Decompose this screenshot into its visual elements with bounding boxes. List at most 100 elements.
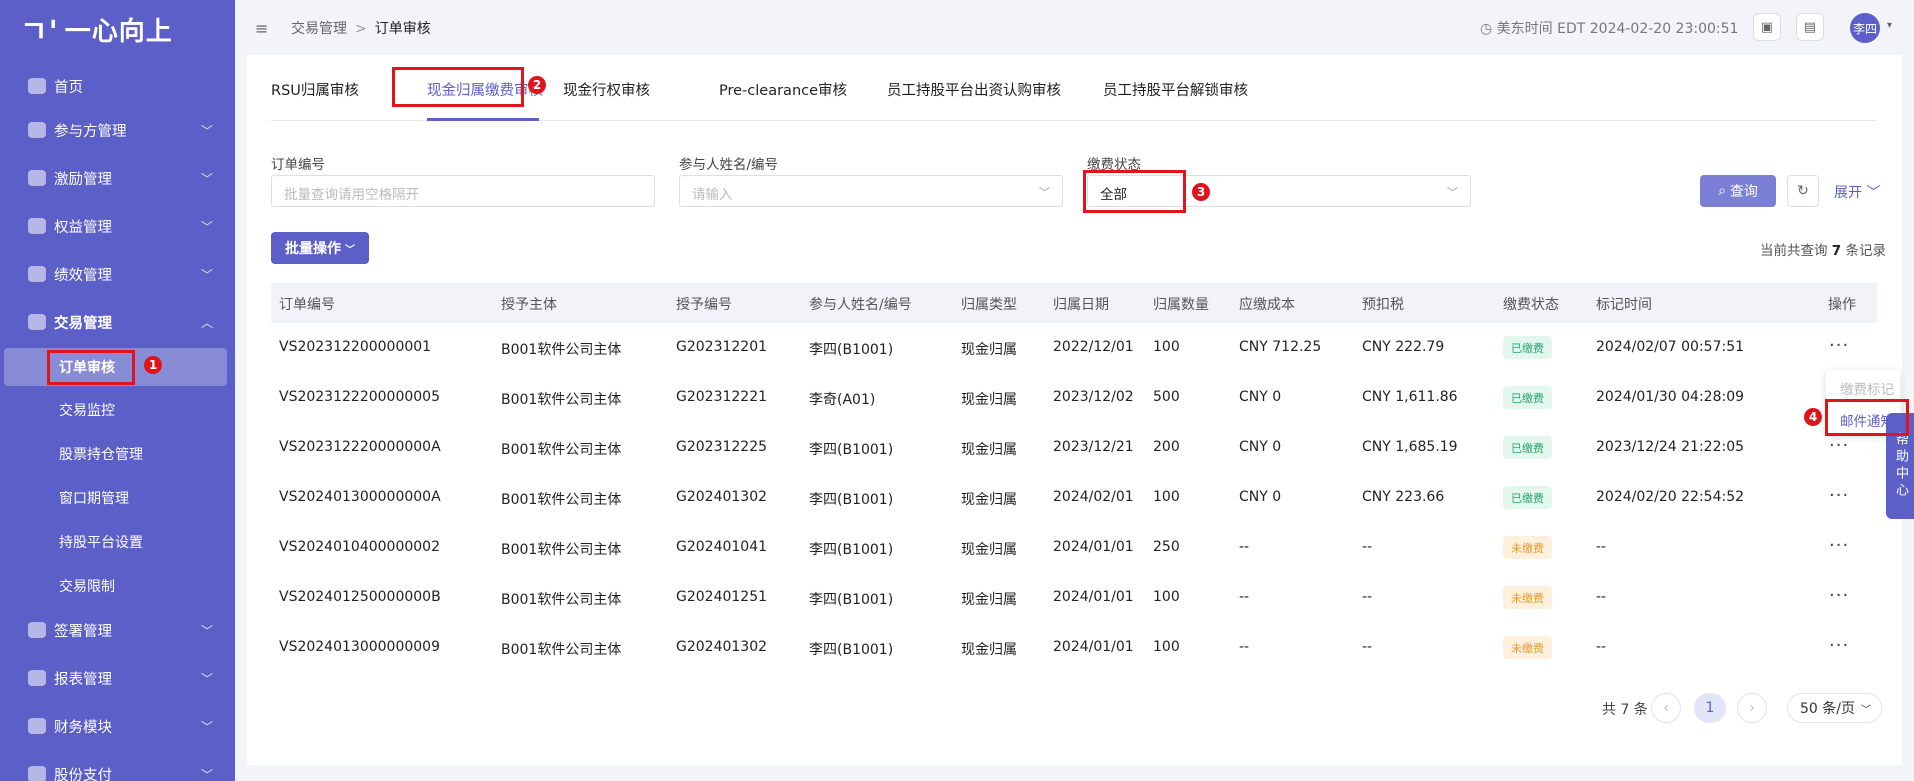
cell-participant: 李四(B1001): [809, 592, 894, 608]
sidebar-item-finance[interactable]: 财务模块 ﹀: [0, 708, 235, 744]
cell-cost-due: CNY 0: [1239, 389, 1282, 405]
status-badge: 已缴费: [1503, 336, 1552, 359]
page-1-button[interactable]: 1: [1694, 693, 1726, 723]
sidebar-item-trading[interactable]: 交易管理 ︿: [0, 304, 235, 340]
row-more-actions-icon[interactable]: ···: [1829, 435, 1849, 456]
mark-paid-menu-item[interactable]: 缴费标记: [1840, 378, 1894, 398]
sidebar-item-share-payment[interactable]: 股份支付 ﹀: [0, 756, 235, 781]
menu-collapse-icon[interactable]: ≡: [255, 19, 268, 38]
payment-status-value: 全部: [1100, 187, 1127, 203]
tab-platform-unlock-review[interactable]: 员工持股平台解锁审核: [1103, 79, 1248, 100]
sidebar-subitem-label: 窗口期管理: [59, 491, 129, 507]
sidebar-item-participants[interactable]: 参与方管理 ﹀: [0, 112, 235, 148]
row-more-actions-icon[interactable]: ···: [1829, 635, 1849, 656]
participant-select[interactable]: 请输入 ﹀: [679, 175, 1063, 207]
cell-grant-no: G202401251: [676, 589, 768, 605]
tasks-icon[interactable]: ▣: [1753, 13, 1781, 41]
chevron-down-icon: ﹀: [200, 267, 213, 282]
order-no-input[interactable]: 批量查询请用空格隔开: [271, 175, 655, 207]
tab-rsu-review[interactable]: RSU归属审核: [271, 79, 359, 100]
expand-filters-button[interactable]: 展开 ﹀: [1834, 182, 1880, 202]
sidebar-subitem-order-review[interactable]: 订单审核: [4, 348, 227, 386]
col-header: 归属数量: [1153, 297, 1209, 313]
chevron-down-icon: ﹀: [200, 123, 213, 138]
avatar[interactable]: 李四: [1850, 13, 1880, 43]
row-more-actions-icon[interactable]: ···: [1829, 535, 1849, 556]
cell-vesting-date: 2024/02/01: [1053, 489, 1134, 505]
table-row: VS202312220000000A B001软件公司主体 G202312225 李四…: [271, 423, 1877, 473]
cell-grant-no: G202401041: [676, 539, 768, 555]
help-center-label: 帮助中心: [1893, 432, 1908, 500]
cell-vesting-type: 现金归属: [961, 392, 1017, 408]
batch-operation-button[interactable]: 批量操作 ﹀: [271, 232, 369, 264]
reset-button[interactable]: ↻: [1787, 175, 1819, 207]
col-header: 标记时间: [1596, 297, 1652, 313]
tab-cash-vesting-payment-review[interactable]: 现金归属缴费审核: [427, 79, 543, 100]
sidebar-item-label: 参与方管理: [54, 123, 127, 140]
payment-status-select[interactable]: 全部 ﹀: [1087, 175, 1471, 207]
row-more-actions-icon[interactable]: ···: [1829, 335, 1849, 356]
annotation-number: 1: [144, 356, 162, 374]
sidebar-subitem-trade-monitor[interactable]: 交易监控: [0, 392, 235, 428]
sidebar-subitem-holdings[interactable]: 股票持仓管理: [0, 436, 235, 472]
cell-vesting-qty: 100: [1153, 589, 1180, 605]
chevron-down-icon: ﹀: [200, 719, 213, 734]
cell-participant: 李四(B1001): [809, 342, 894, 358]
cell-grant-entity: B001软件公司主体: [501, 592, 622, 608]
sign-icon: [28, 622, 46, 638]
page-size-select[interactable]: 50 条/页 ﹀: [1787, 693, 1882, 723]
order-no-label: 订单编号: [271, 157, 325, 173]
cell-vesting-type: 现金归属: [961, 442, 1017, 458]
shield-icon: [28, 218, 46, 234]
chevron-up-icon: ︿: [200, 315, 213, 330]
sidebar-subitem-window-period[interactable]: 窗口期管理: [0, 480, 235, 516]
annotation-number: 4: [1804, 408, 1822, 426]
cell-withholding-tax: CNY 1,685.19: [1362, 439, 1458, 455]
query-button[interactable]: ⌕ 查询: [1700, 175, 1776, 207]
sidebar-subitem-trade-limits[interactable]: 交易限制: [0, 568, 235, 604]
sidebar-item-equity[interactable]: 权益管理 ﹀: [0, 208, 235, 244]
col-header: 预扣税: [1362, 297, 1404, 313]
tab-platform-subscription-review[interactable]: 员工持股平台出资认购审核: [887, 79, 1061, 100]
cell-vesting-date: 2023/12/02: [1053, 389, 1134, 405]
tab-cash-exercise-review[interactable]: 现金行权审核: [563, 79, 650, 100]
cell-vesting-type: 现金归属: [961, 592, 1017, 608]
sidebar-item-reports[interactable]: 报表管理 ﹀: [0, 660, 235, 696]
help-center-tab[interactable]: 帮助中心: [1886, 413, 1914, 519]
row-more-actions-icon[interactable]: ···: [1829, 485, 1849, 506]
cell-participant: 李四(B1001): [809, 492, 894, 508]
chevron-down-icon[interactable]: ▾: [1887, 20, 1892, 31]
cell-grant-entity: B001软件公司主体: [501, 392, 622, 408]
cell-order-no: VS202401250000000B: [279, 589, 441, 605]
table-header: 订单编号 授予主体 授予编号 参与人姓名/编号 归属类型 归属日期 归属数量 应…: [271, 283, 1877, 323]
sidebar-item-incentive[interactable]: 激励管理 ﹀: [0, 160, 235, 196]
breadcrumb-item[interactable]: 交易管理: [291, 21, 347, 37]
col-header: 参与人姓名/编号: [809, 297, 912, 313]
sidebar-item-label: 签署管理: [54, 623, 112, 640]
row-more-actions-icon[interactable]: ···: [1829, 585, 1849, 606]
document-icon[interactable]: ▤: [1796, 13, 1824, 41]
search-icon: ⌕: [1718, 183, 1726, 199]
sidebar-item-signing[interactable]: 签署管理 ﹀: [0, 612, 235, 648]
tab-pre-clearance-review[interactable]: Pre-clearance审核: [719, 79, 847, 100]
status-badge: 已缴费: [1503, 436, 1552, 459]
table-row: VS2024010400000002 B001软件公司主体 G202401041 李四…: [271, 523, 1877, 573]
report-icon: [28, 670, 46, 686]
chevron-down-icon: ﹀: [1866, 185, 1881, 201]
crown-icon: [28, 266, 46, 282]
sidebar-item-home[interactable]: 首页: [0, 68, 235, 104]
cell-cost-due: CNY 0: [1239, 489, 1282, 505]
record-count-value: 7: [1831, 243, 1842, 259]
sidebar-item-performance[interactable]: 绩效管理 ﹀: [0, 256, 235, 292]
cell-withholding-tax: --: [1362, 539, 1373, 555]
status-label: 缴费状态: [1087, 157, 1141, 173]
sidebar-subitem-platform-settings[interactable]: 持股平台设置: [0, 524, 235, 560]
page-size-value: 50 条/页: [1800, 701, 1855, 717]
cell-mark-time: --: [1596, 589, 1607, 605]
prev-page-button[interactable]: ‹: [1651, 693, 1681, 723]
table-row: VS202312200000001 B001软件公司主体 G202312201 李四(…: [271, 323, 1877, 373]
next-page-button[interactable]: ›: [1737, 693, 1767, 723]
cell-cost-due: --: [1239, 589, 1250, 605]
cell-grant-entity: B001软件公司主体: [501, 342, 622, 358]
sidebar-item-label: 激励管理: [54, 171, 112, 188]
